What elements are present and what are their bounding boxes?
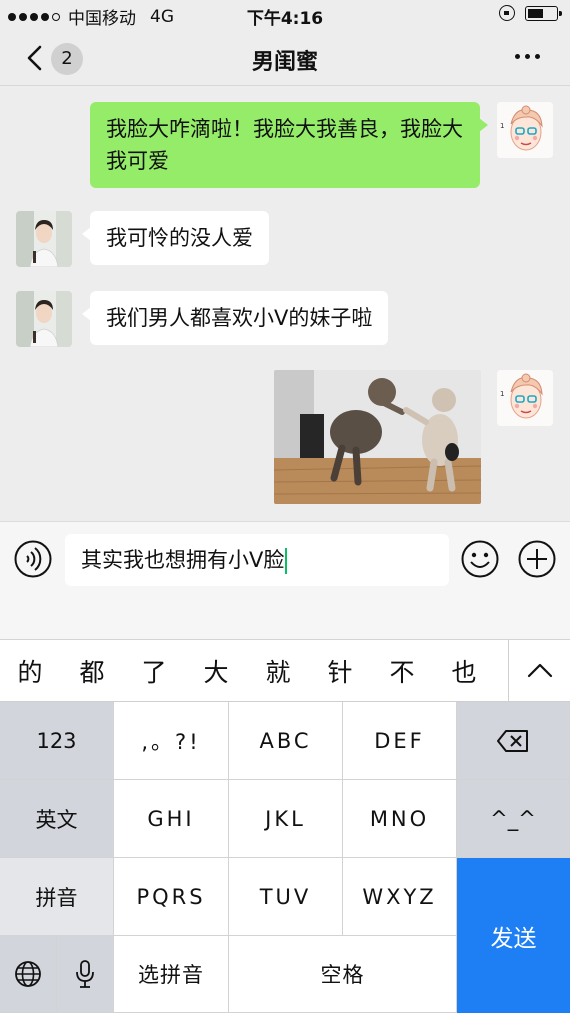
candidate-bar: 的 都 了 大 就 针 不 也 xyxy=(0,640,570,702)
friend-avatar[interactable] xyxy=(16,211,72,267)
message-input[interactable]: 其实我也想拥有小V脸 xyxy=(65,534,449,586)
key-label: 拼音 xyxy=(35,885,78,910)
friend-avatar[interactable] xyxy=(16,291,72,347)
plus-icon[interactable] xyxy=(517,539,557,579)
candidate-word[interactable]: 大 xyxy=(196,653,236,689)
mic-key[interactable] xyxy=(57,936,114,1013)
input-bar: 其实我也想拥有小V脸 xyxy=(0,521,570,598)
svg-text:1: 1 xyxy=(500,390,504,398)
globe-icon xyxy=(15,961,41,987)
keyboard: 123 ,。?! ABC DEF 英文 GHI JKL MNO ^_^ 拼音 P… xyxy=(0,702,570,1013)
message-bubble-received[interactable]: 我们男人都喜欢小V的妹子啦 xyxy=(81,291,389,345)
key-label: WXYZ xyxy=(362,884,437,909)
chevron-up-icon[interactable] xyxy=(510,640,570,702)
image-message-fighting-cats[interactable] xyxy=(274,370,481,504)
key-label: 选拼音 xyxy=(138,963,204,987)
key-label: TUV xyxy=(259,884,312,909)
send-button[interactable]: 发送 xyxy=(457,858,570,1013)
key-label: PQRS xyxy=(136,884,206,909)
candidate-word[interactable]: 的 xyxy=(10,653,50,689)
chat-title: 男闺蜜 xyxy=(251,50,318,75)
key-jkl[interactable]: JKL xyxy=(229,780,343,858)
candidate-word[interactable]: 也 xyxy=(444,653,484,689)
candidate-word[interactable]: 了 xyxy=(134,653,174,689)
chat-area[interactable]: 我脸大咋滴啦！我脸大我善良，我脸大我可爱 1 我可怜的没人爱 我们男人都喜欢小V… xyxy=(0,87,570,521)
message-text: 我可怜的没人爱 xyxy=(106,226,253,250)
status-bar: 中国移动 4G 下午4:16 xyxy=(0,0,570,30)
candidate-divider xyxy=(508,640,509,702)
keyboard-spacer xyxy=(0,598,570,640)
emoji-icon[interactable] xyxy=(460,539,500,579)
send-label: 发送 xyxy=(490,925,537,952)
nav-bar: 2 男闺蜜 xyxy=(0,30,570,86)
key-ghi[interactable]: GHI xyxy=(114,780,229,858)
candidate-word[interactable]: 都 xyxy=(72,653,112,689)
key-label: 英文 xyxy=(35,807,78,832)
key-label: 123 xyxy=(36,728,77,753)
candidate-word[interactable]: 就 xyxy=(258,653,298,689)
rotation-lock-icon xyxy=(499,5,515,21)
backspace-icon xyxy=(497,729,528,752)
message-text: 我脸大咋滴啦！我脸大我善良，我脸大我可爱 xyxy=(106,117,463,173)
key-label: JKL xyxy=(265,806,306,831)
candidate-word[interactable]: 不 xyxy=(382,653,422,689)
candidate-word[interactable]: 针 xyxy=(320,653,360,689)
key-123[interactable]: 123 xyxy=(0,702,114,780)
status-time: 下午4:16 xyxy=(246,9,324,29)
key-label: ^_^ xyxy=(490,806,536,831)
voice-icon[interactable] xyxy=(13,539,53,579)
key-abc[interactable]: ABC xyxy=(229,702,343,780)
key-select-pinyin[interactable]: 选拼音 xyxy=(114,936,229,1013)
key-label: GHI xyxy=(147,806,195,831)
status-right xyxy=(499,5,562,21)
key-emoticon[interactable]: ^_^ xyxy=(457,780,570,858)
key-label: ABC xyxy=(259,728,312,753)
key-tuv[interactable]: TUV xyxy=(229,858,343,936)
message-input-value: 其实我也想拥有小V脸 xyxy=(81,548,285,572)
message-bubble-sent[interactable]: 我脸大咋滴啦！我脸大我善良，我脸大我可爱 xyxy=(90,102,488,188)
globe-key[interactable] xyxy=(0,936,57,1013)
my-avatar[interactable]: 1 xyxy=(497,102,553,158)
key-english[interactable]: 英文 xyxy=(0,780,114,858)
message-text: 我们男人都喜欢小V的妹子啦 xyxy=(106,306,373,330)
key-label: DEF xyxy=(374,728,425,753)
key-label: ,。?! xyxy=(141,729,201,754)
message-bubble-received[interactable]: 我可怜的没人爱 xyxy=(82,211,269,265)
microphone-icon xyxy=(76,960,94,988)
battery-icon xyxy=(525,5,562,21)
key-wxyz[interactable]: WXYZ xyxy=(343,858,457,936)
key-label: MNO xyxy=(369,806,430,831)
my-avatar[interactable]: 1 xyxy=(497,370,553,426)
key-pinyin[interactable]: 拼音 xyxy=(0,858,114,936)
delete-key[interactable] xyxy=(457,702,570,780)
key-punctuation[interactable]: ,。?! xyxy=(114,702,229,780)
key-mno[interactable]: MNO xyxy=(343,780,457,858)
text-caret xyxy=(285,548,288,574)
key-def[interactable]: DEF xyxy=(343,702,457,780)
space-key[interactable]: 空格 xyxy=(229,936,457,1013)
key-pqrs[interactable]: PQRS xyxy=(114,858,229,936)
svg-text:1: 1 xyxy=(500,122,504,130)
more-icon[interactable] xyxy=(515,54,540,59)
key-label: 空格 xyxy=(320,963,365,987)
